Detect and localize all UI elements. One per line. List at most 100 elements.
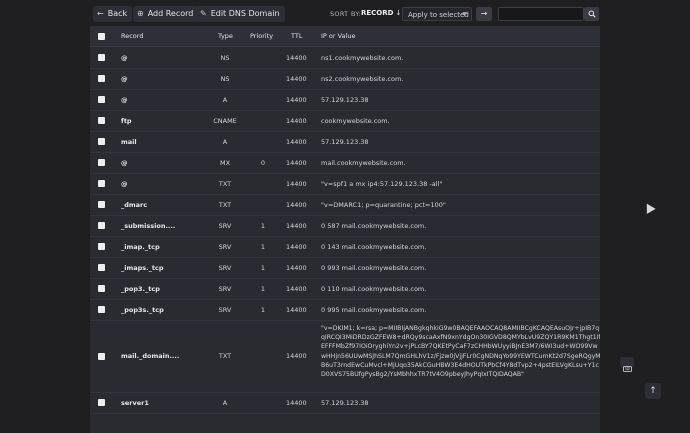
record-type: SRV bbox=[218, 284, 232, 293]
table-row[interactable]: ftp CNAME 14400 cookmywebsite.com. bbox=[90, 110, 600, 132]
record-name[interactable]: _pop3._tcp bbox=[121, 285, 160, 293]
column-header-priority[interactable]: Priority bbox=[250, 32, 273, 40]
record-ttl: 14400 bbox=[286, 305, 307, 314]
row-checkbox[interactable] bbox=[98, 138, 105, 145]
table-row[interactable]: @ TXT 14400 "v=spf1 a mx ip4:57.129.123.38 … bbox=[90, 173, 600, 195]
record-name[interactable]: _pop3s._tcp bbox=[121, 306, 164, 314]
table-row[interactable]: @ NS 14400 ns1.cookmywebsite.com. bbox=[90, 47, 600, 69]
record-name[interactable]: @ bbox=[121, 96, 128, 104]
row-checkbox[interactable] bbox=[98, 243, 105, 250]
arrow-right-icon: → bbox=[480, 9, 488, 18]
record-value: 57.129.123.38 bbox=[321, 137, 369, 146]
record-priority: 1 bbox=[260, 284, 266, 293]
bulk-action-value: Apply to selected bbox=[408, 11, 469, 19]
record-type: A bbox=[222, 137, 228, 146]
row-checkbox[interactable] bbox=[98, 222, 105, 229]
row-checkbox[interactable] bbox=[98, 117, 105, 124]
record-value: ns1.cookmywebsite.com. bbox=[321, 53, 404, 62]
add-record-label: Add Record bbox=[147, 9, 194, 18]
record-ttl: 14400 bbox=[286, 158, 307, 167]
table-row[interactable]: _dmarc TXT 14400 "v=DMARC1; p=quarantine; p… bbox=[90, 194, 600, 216]
record-value: 0 143 mail.cookmywebsite.com. bbox=[321, 242, 427, 251]
arrow-left-icon: ← bbox=[97, 9, 104, 18]
record-name[interactable]: @ bbox=[121, 180, 128, 188]
table-row[interactable]: _pop3s._tcp SRV 1 14400 0 995 mail.cookmyweb… bbox=[90, 299, 600, 321]
table-row[interactable]: mail A 14400 57.129.123.38 bbox=[90, 131, 600, 153]
row-checkbox[interactable] bbox=[98, 96, 105, 103]
record-ttl: 14400 bbox=[286, 116, 307, 125]
record-name[interactable]: _dmarc bbox=[121, 201, 147, 209]
record-name[interactable]: mail bbox=[121, 138, 137, 146]
record-value: 57.129.123.38 bbox=[321, 95, 369, 104]
dns-records-table: Record Type Priority TTL IP or Value @ NS… bbox=[90, 26, 600, 433]
table-row[interactable]: _pop3._tcp SRV 1 14400 0 110 mail.cookmywebs… bbox=[90, 278, 600, 300]
column-header-value[interactable]: IP or Value bbox=[321, 32, 355, 40]
row-checkbox[interactable] bbox=[98, 201, 105, 208]
row-checkbox[interactable] bbox=[98, 306, 105, 313]
edit-icon: ✎ bbox=[200, 9, 207, 18]
table-row[interactable]: _imaps._tcp SRV 1 14400 0 993 mail.cookmyweb… bbox=[90, 257, 600, 279]
plus-circle-icon: ⊕ bbox=[137, 9, 144, 18]
record-value: mail.cookmywebsite.com. bbox=[321, 158, 406, 167]
record-ttl: 14400 bbox=[286, 352, 307, 360]
record-value: 0 110 mail.cookmywebsite.com. bbox=[321, 284, 427, 293]
table-row[interactable]: @ NS 14400 ns2.cookmywebsite.com. bbox=[90, 68, 600, 90]
record-value: 0 587 mail.cookmywebsite.com. bbox=[321, 221, 427, 230]
table-row[interactable]: @ MX 0 14400 mail.cookmywebsite.com. bbox=[90, 152, 600, 174]
record-value: "v=DKIM1; k=rsa; p=MIIBIjANBgkqhkiG9w0BA… bbox=[321, 325, 600, 379]
column-header-type[interactable]: Type bbox=[218, 32, 233, 40]
record-ttl: 14400 bbox=[286, 398, 307, 407]
record-name[interactable]: _imaps._tcp bbox=[121, 264, 164, 272]
record-value: 57.129.123.38 bbox=[321, 398, 369, 407]
column-header-record[interactable]: Record bbox=[121, 32, 143, 40]
record-ttl: 14400 bbox=[286, 179, 307, 188]
row-checkbox[interactable] bbox=[98, 75, 105, 82]
search-button[interactable] bbox=[584, 7, 599, 21]
table-row[interactable]: _imap._tcp SRV 1 14400 0 143 mail.cookmywebs… bbox=[90, 236, 600, 258]
table-row[interactable]: server1 A 14400 57.129.123.38 bbox=[90, 392, 600, 414]
record-name[interactable]: @ bbox=[121, 54, 128, 62]
column-header-ttl[interactable]: TTL bbox=[291, 32, 302, 40]
record-type: CNAME bbox=[213, 116, 237, 125]
record-ttl: 14400 bbox=[286, 221, 307, 230]
row-checkbox[interactable] bbox=[98, 352, 105, 360]
table-row[interactable]: _submission.... SRV 1 14400 0 587 mail.cookm… bbox=[90, 215, 600, 237]
record-name[interactable]: server1 bbox=[121, 399, 149, 407]
keyboard-button[interactable] bbox=[620, 357, 634, 372]
row-checkbox[interactable] bbox=[98, 159, 105, 166]
row-checkbox[interactable] bbox=[98, 264, 105, 271]
keyboard-icon bbox=[622, 366, 632, 372]
apply-button[interactable]: → bbox=[476, 7, 492, 21]
record-name[interactable]: @ bbox=[121, 159, 128, 167]
table-row[interactable]: @ A 14400 57.129.123.38 bbox=[90, 89, 600, 111]
row-checkbox[interactable] bbox=[98, 180, 105, 187]
record-ttl: 14400 bbox=[286, 242, 307, 251]
edit-dns-domain-button[interactable]: ✎ Edit DNS Domain bbox=[196, 6, 285, 22]
add-record-button[interactable]: ⊕ Add Record bbox=[133, 6, 199, 22]
record-type: NS bbox=[220, 74, 230, 83]
record-value: 0 995 mail.cookmywebsite.com. bbox=[321, 305, 427, 314]
row-checkbox[interactable] bbox=[98, 54, 105, 61]
record-value: ns2.cookmywebsite.com. bbox=[321, 74, 404, 83]
record-value: "v=spf1 a mx ip4:57.129.123.38 -all" bbox=[321, 179, 443, 188]
scroll-to-top-button[interactable]: ↑ bbox=[645, 383, 661, 399]
record-ttl: 14400 bbox=[286, 137, 307, 146]
record-type: SRV bbox=[218, 305, 232, 314]
record-ttl: 14400 bbox=[286, 95, 307, 104]
sort-field-toggle[interactable]: RECORD ↓ bbox=[361, 9, 401, 17]
bulk-action-select[interactable]: Apply to selected ▼ bbox=[402, 7, 472, 21]
search-input[interactable] bbox=[498, 7, 584, 21]
record-name[interactable]: _imap._tcp bbox=[121, 243, 160, 251]
record-type: SRV bbox=[218, 263, 232, 272]
back-button[interactable]: ← Back bbox=[93, 6, 133, 22]
row-checkbox[interactable] bbox=[98, 285, 105, 292]
record-name[interactable]: ftp bbox=[121, 117, 132, 125]
record-name[interactable]: _submission.... bbox=[121, 222, 175, 230]
record-name[interactable]: @ bbox=[121, 75, 128, 83]
record-name[interactable]: mail._domain.... bbox=[121, 352, 179, 360]
select-all-checkbox[interactable] bbox=[98, 33, 105, 40]
row-checkbox[interactable] bbox=[98, 399, 105, 406]
record-priority: 1 bbox=[260, 263, 266, 272]
record-ttl: 14400 bbox=[286, 263, 307, 272]
table-row[interactable]: mail._domain.... TXT 14400 "v=DKIM1; k=rsa;… bbox=[90, 320, 600, 393]
